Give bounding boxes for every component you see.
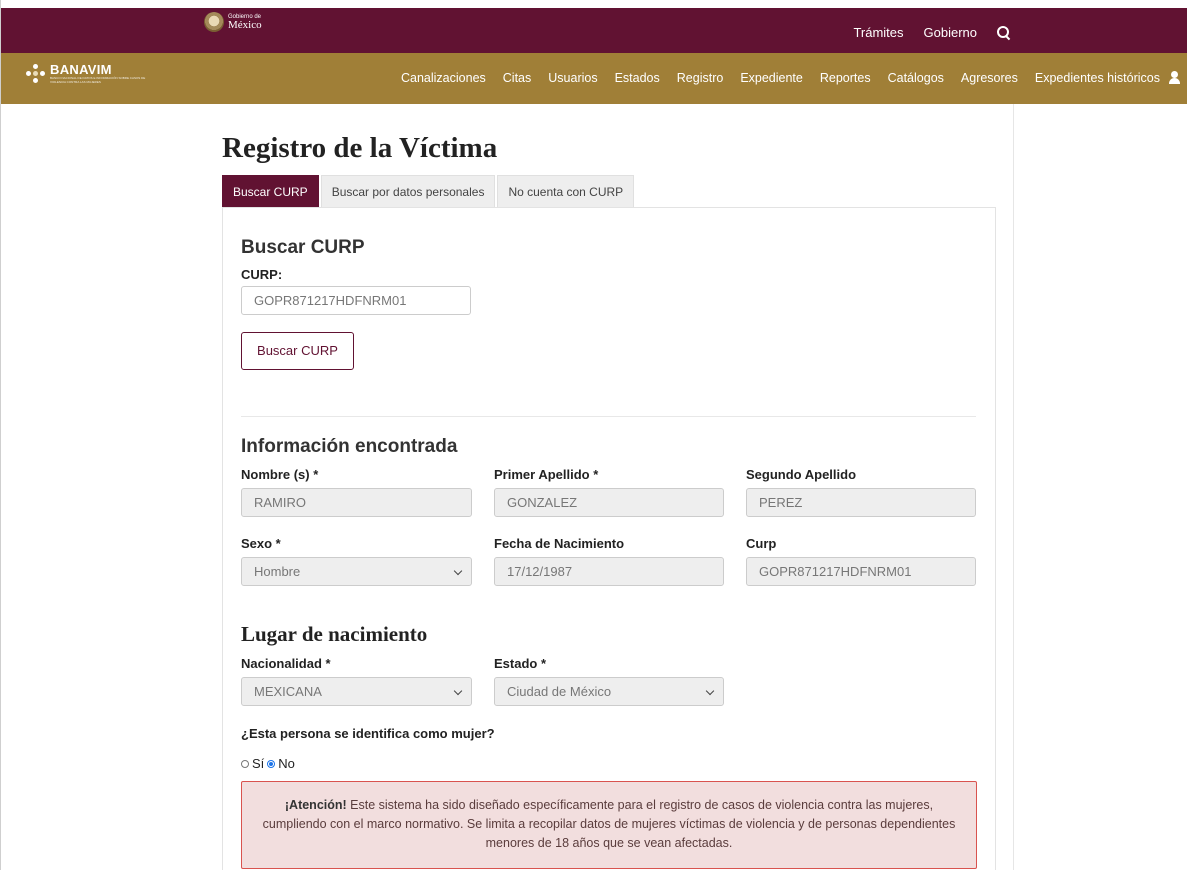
tab-buscar-datos-personales[interactable]: Buscar por datos personales: [320, 175, 496, 208]
link-gobierno[interactable]: Gobierno: [924, 25, 977, 40]
nav-reportes[interactable]: Reportes: [820, 71, 871, 85]
identifica-mujer-question: ¿Esta persona se identifica como mujer?: [241, 726, 495, 741]
brand-name: BANAVIM: [50, 62, 112, 77]
nav-canalizaciones[interactable]: Canalizaciones: [401, 71, 486, 85]
radio-no-label: No: [278, 756, 295, 771]
nav-usuarios[interactable]: Usuarios: [548, 71, 597, 85]
estado-label: Estado *: [494, 656, 547, 671]
seal-icon: [204, 12, 224, 32]
gobierno-logo[interactable]: Gobierno de México: [204, 12, 262, 32]
gov-logo-text: México: [228, 18, 262, 31]
chevron-down-icon: [705, 686, 715, 696]
buscar-curp-title: Buscar CURP: [241, 237, 365, 258]
content-border: [1013, 104, 1014, 870]
sexo-select[interactable]: Hombre: [241, 557, 472, 586]
nacionalidad-selected-value: MEXICANA: [254, 684, 322, 699]
info-encontrada-title: Información encontrada: [241, 436, 458, 457]
radio-si-label: Sí: [252, 756, 265, 771]
banavim-icon: [26, 63, 46, 84]
link-tramites[interactable]: Trámites: [853, 25, 903, 40]
segundo-apellido-label: Segundo Apellido: [746, 467, 857, 482]
curp-result-field[interactable]: GOPR871217HDFNRM01: [746, 557, 976, 586]
nav-expedientes-historicos[interactable]: Expedientes históricos: [1035, 71, 1160, 85]
radio-no[interactable]: [267, 759, 276, 768]
top-links: Trámites Gobierno: [853, 25, 1011, 40]
search-tabs: Buscar CURP Buscar por datos personales …: [222, 175, 636, 208]
page-title: Registro de la Víctima: [222, 132, 498, 164]
curp-result-label: Curp: [746, 536, 777, 551]
browser-frame: Gobierno de México Trámites Gobierno BAN…: [0, 0, 1187, 870]
nav-estados[interactable]: Estados: [615, 71, 660, 85]
fecha-nacimiento-field[interactable]: 17/12/1987: [494, 557, 724, 586]
radio-si[interactable]: [241, 759, 249, 768]
nav-menu: Canalizaciones Citas Usuarios Estados Re…: [401, 71, 1177, 85]
nombre-label: Nombre (s) *: [241, 467, 319, 482]
nav-expediente[interactable]: Expediente: [740, 71, 803, 85]
brand-subtitle: BANCO NACIONAL DE DATOS E INFORMACIÓN SO…: [50, 76, 146, 84]
fecha-nacimiento-label: Fecha de Nacimiento: [494, 536, 625, 551]
curp-label: CURP:: [241, 267, 283, 282]
segundo-apellido-field[interactable]: PEREZ: [746, 488, 976, 517]
nav-registro[interactable]: Registro: [677, 71, 724, 85]
user-icon[interactable]: [1168, 71, 1182, 85]
chevron-down-icon: [453, 566, 463, 576]
estado-select[interactable]: Ciudad de México: [494, 677, 724, 706]
alert-body-text: Este sistema ha sido diseñado específica…: [262, 798, 956, 850]
buscar-curp-button[interactable]: Buscar CURP: [241, 332, 354, 370]
chevron-down-icon: [453, 686, 463, 696]
nav-citas[interactable]: Citas: [503, 71, 531, 85]
sexo-label: Sexo *: [241, 536, 281, 551]
sexo-selected-value: Hombre: [254, 564, 301, 579]
curp-search-input[interactable]: GOPR871217HDFNRM01: [241, 286, 471, 315]
nacionalidad-select[interactable]: MEXICANA: [241, 677, 472, 706]
estado-selected-value: Ciudad de México: [507, 684, 612, 699]
section-divider: [241, 416, 976, 417]
primer-apellido-field[interactable]: GONZALEZ: [494, 488, 724, 517]
identifica-mujer-radios: Sí No: [241, 756, 295, 771]
banavim-logo[interactable]: BANAVIM BANCO NACIONAL DE DATOS E INFORM…: [26, 63, 146, 84]
tab-buscar-curp[interactable]: Buscar CURP: [222, 175, 319, 208]
lugar-nacimiento-title: Lugar de nacimiento: [241, 622, 428, 646]
nombre-field[interactable]: RAMIRO: [241, 488, 472, 517]
nav-catalogos[interactable]: Catálogos: [888, 71, 944, 85]
primer-apellido-label: Primer Apellido *: [494, 467, 599, 482]
alert-strong-text: ¡Atención!: [284, 798, 347, 812]
search-icon[interactable]: [997, 25, 1011, 40]
atencion-alert: ¡Atención! Este sistema ha sido diseñado…: [241, 781, 977, 869]
tab-no-cuenta-curp[interactable]: No cuenta con CURP: [497, 175, 635, 208]
nav-agresores[interactable]: Agresores: [961, 71, 1018, 85]
nacionalidad-label: Nacionalidad *: [241, 656, 331, 671]
